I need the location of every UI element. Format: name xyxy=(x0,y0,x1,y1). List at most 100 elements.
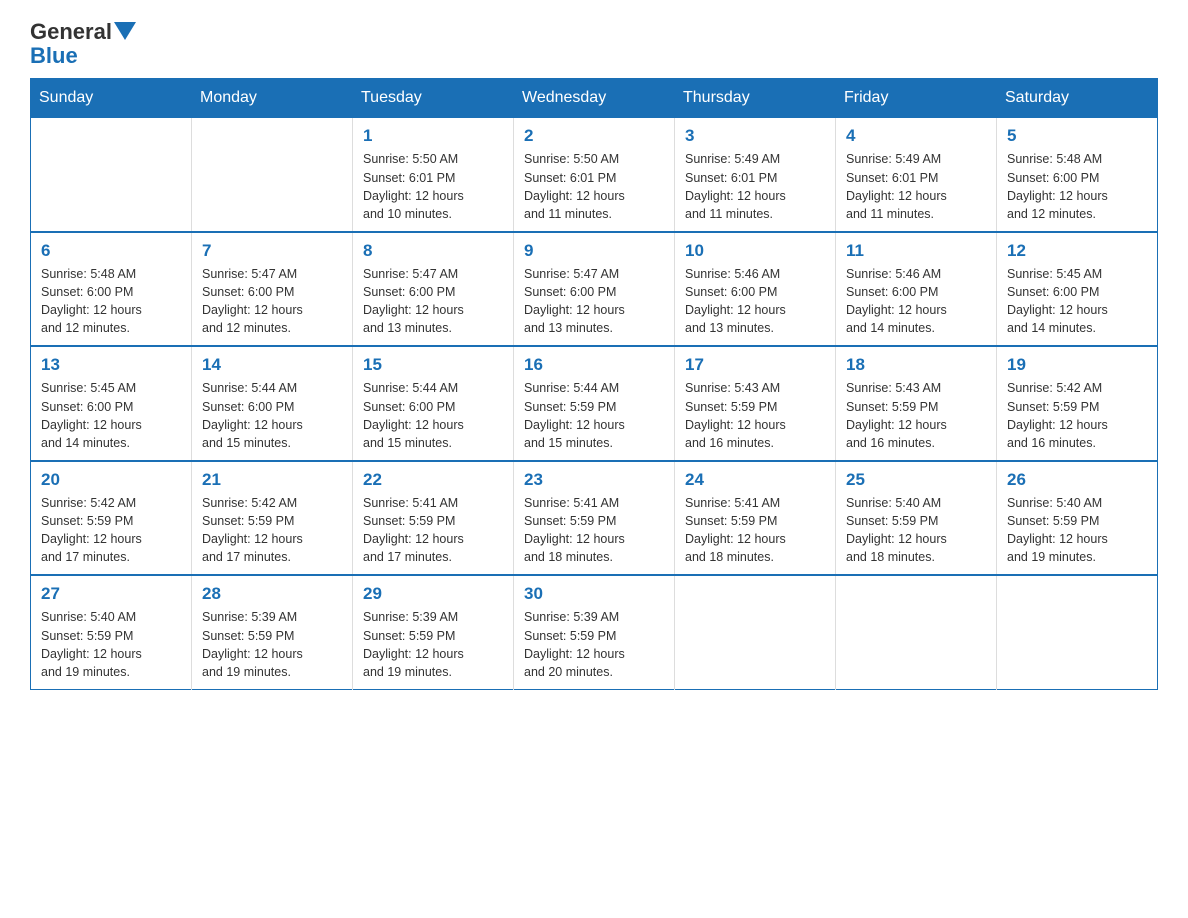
calendar-cell: 18Sunrise: 5:43 AMSunset: 5:59 PMDayligh… xyxy=(836,346,997,461)
day-number: 11 xyxy=(846,241,986,261)
calendar-cell: 25 Sunrise: 5:40 AMSunset: 5:59 PMDayligh… xyxy=(836,461,997,576)
day-number: 19 xyxy=(1007,355,1147,375)
calendar-table: SundayMondayTuesdayWednesdayThursdayFrid… xyxy=(30,78,1158,690)
day-number: 30 xyxy=(524,584,664,604)
day-info: Sunrise: 5:46 AMSunset: 6:00 PMDaylight:… xyxy=(685,265,825,338)
calendar-cell: 2Sunrise: 5:50 AMSunset: 6:01 PMDaylight… xyxy=(514,118,675,232)
day-info: Sunrise: 5:42 AMSunset: 5:59 PMDaylight:… xyxy=(202,494,342,567)
calendar-cell: 11 Sunrise: 5:46 AMSunset: 6:00 PMDayligh… xyxy=(836,232,997,347)
week-row-2: 6 Sunrise: 5:48 AMSunset: 6:00 PMDaylight… xyxy=(31,232,1158,347)
calendar-cell: 28 Sunrise: 5:39 AMSunset: 5:59 PMDayligh… xyxy=(192,575,353,689)
day-number: 6 xyxy=(41,241,181,261)
day-info: Sunrise: 5:39 AMSunset: 5:59 PMDaylight:… xyxy=(524,608,664,681)
day-info: Sunrise: 5:48 AMSunset: 6:00 PMDaylight:… xyxy=(1007,150,1147,223)
week-row-1: 1 Sunrise: 5:50 AMSunset: 6:01 PMDaylight… xyxy=(31,118,1158,232)
calendar-cell xyxy=(31,118,192,232)
day-number: 27 xyxy=(41,584,181,604)
day-info: Sunrise: 5:40 AMSunset: 5:59 PMDaylight:… xyxy=(1007,494,1147,567)
day-info: Sunrise: 5:45 AMSunset: 6:00 PMDaylight:… xyxy=(41,379,181,452)
day-info: Sunrise: 5:42 AMSunset: 5:59 PMDaylight:… xyxy=(41,494,181,567)
calendar-cell: 20 Sunrise: 5:42 AMSunset: 5:59 PMDayligh… xyxy=(31,461,192,576)
day-number: 5 xyxy=(1007,126,1147,146)
calendar-cell: 27 Sunrise: 5:40 AMSunset: 5:59 PMDayligh… xyxy=(31,575,192,689)
day-info: Sunrise: 5:41 AMSunset: 5:59 PMDaylight:… xyxy=(524,494,664,567)
day-info: Sunrise: 5:40 AMSunset: 5:59 PMDaylight:… xyxy=(41,608,181,681)
day-number: 3 xyxy=(685,126,825,146)
calendar-cell: 5 Sunrise: 5:48 AMSunset: 6:00 PMDaylight… xyxy=(997,118,1158,232)
day-info: Sunrise: 5:50 AMSunset: 6:01 PMDaylight:… xyxy=(524,150,664,223)
calendar-cell: 10Sunrise: 5:46 AMSunset: 6:00 PMDayligh… xyxy=(675,232,836,347)
calendar-body: 1 Sunrise: 5:50 AMSunset: 6:01 PMDaylight… xyxy=(31,118,1158,690)
logo: General Blue xyxy=(30,20,136,68)
day-info: Sunrise: 5:44 AMSunset: 6:00 PMDaylight:… xyxy=(363,379,503,452)
day-info: Sunrise: 5:41 AMSunset: 5:59 PMDaylight:… xyxy=(363,494,503,567)
calendar-cell: 26 Sunrise: 5:40 AMSunset: 5:59 PMDayligh… xyxy=(997,461,1158,576)
calendar-cell: 24Sunrise: 5:41 AMSunset: 5:59 PMDayligh… xyxy=(675,461,836,576)
day-number: 8 xyxy=(363,241,503,261)
day-info: Sunrise: 5:47 AMSunset: 6:00 PMDaylight:… xyxy=(524,265,664,338)
week-row-3: 13 Sunrise: 5:45 AMSunset: 6:00 PMDayligh… xyxy=(31,346,1158,461)
calendar-cell: 16 Sunrise: 5:44 AMSunset: 5:59 PMDayligh… xyxy=(514,346,675,461)
day-number: 13 xyxy=(41,355,181,375)
day-info: Sunrise: 5:41 AMSunset: 5:59 PMDaylight:… xyxy=(685,494,825,567)
day-info: Sunrise: 5:47 AMSunset: 6:00 PMDaylight:… xyxy=(202,265,342,338)
calendar-cell: 14 Sunrise: 5:44 AMSunset: 6:00 PMDayligh… xyxy=(192,346,353,461)
day-number: 17 xyxy=(685,355,825,375)
day-of-week-saturday: Saturday xyxy=(997,79,1158,118)
day-number: 28 xyxy=(202,584,342,604)
calendar-header: SundayMondayTuesdayWednesdayThursdayFrid… xyxy=(31,79,1158,118)
calendar-cell: 12 Sunrise: 5:45 AMSunset: 6:00 PMDayligh… xyxy=(997,232,1158,347)
calendar-cell: 9 Sunrise: 5:47 AMSunset: 6:00 PMDaylight… xyxy=(514,232,675,347)
calendar-cell: 7 Sunrise: 5:47 AMSunset: 6:00 PMDaylight… xyxy=(192,232,353,347)
day-info: Sunrise: 5:39 AMSunset: 5:59 PMDaylight:… xyxy=(202,608,342,681)
calendar-cell xyxy=(997,575,1158,689)
day-number: 9 xyxy=(524,241,664,261)
day-number: 20 xyxy=(41,470,181,490)
calendar-cell: 19 Sunrise: 5:42 AMSunset: 5:59 PMDayligh… xyxy=(997,346,1158,461)
day-info: Sunrise: 5:47 AMSunset: 6:00 PMDaylight:… xyxy=(363,265,503,338)
day-of-week-monday: Monday xyxy=(192,79,353,118)
day-info: Sunrise: 5:44 AMSunset: 6:00 PMDaylight:… xyxy=(202,379,342,452)
day-info: Sunrise: 5:48 AMSunset: 6:00 PMDaylight:… xyxy=(41,265,181,338)
day-of-week-sunday: Sunday xyxy=(31,79,192,118)
day-info: Sunrise: 5:46 AMSunset: 6:00 PMDaylight:… xyxy=(846,265,986,338)
week-row-4: 20 Sunrise: 5:42 AMSunset: 5:59 PMDayligh… xyxy=(31,461,1158,576)
day-number: 23 xyxy=(524,470,664,490)
day-info: Sunrise: 5:49 AMSunset: 6:01 PMDaylight:… xyxy=(846,150,986,223)
calendar-cell: 13 Sunrise: 5:45 AMSunset: 6:00 PMDayligh… xyxy=(31,346,192,461)
calendar-cell: 17Sunrise: 5:43 AMSunset: 5:59 PMDayligh… xyxy=(675,346,836,461)
calendar-cell: 1 Sunrise: 5:50 AMSunset: 6:01 PMDaylight… xyxy=(353,118,514,232)
calendar-cell: 29Sunrise: 5:39 AMSunset: 5:59 PMDayligh… xyxy=(353,575,514,689)
days-of-week-row: SundayMondayTuesdayWednesdayThursdayFrid… xyxy=(31,79,1158,118)
week-row-5: 27 Sunrise: 5:40 AMSunset: 5:59 PMDayligh… xyxy=(31,575,1158,689)
day-number: 26 xyxy=(1007,470,1147,490)
day-info: Sunrise: 5:40 AMSunset: 5:59 PMDaylight:… xyxy=(846,494,986,567)
day-number: 14 xyxy=(202,355,342,375)
day-number: 1 xyxy=(363,126,503,146)
day-number: 22 xyxy=(363,470,503,490)
calendar-cell: 6 Sunrise: 5:48 AMSunset: 6:00 PMDaylight… xyxy=(31,232,192,347)
calendar-cell: 22 Sunrise: 5:41 AMSunset: 5:59 PMDayligh… xyxy=(353,461,514,576)
logo-text-general: General xyxy=(30,20,112,44)
calendar-cell: 4Sunrise: 5:49 AMSunset: 6:01 PMDaylight… xyxy=(836,118,997,232)
day-info: Sunrise: 5:42 AMSunset: 5:59 PMDaylight:… xyxy=(1007,379,1147,452)
day-number: 7 xyxy=(202,241,342,261)
calendar-cell xyxy=(675,575,836,689)
calendar-cell: 23 Sunrise: 5:41 AMSunset: 5:59 PMDayligh… xyxy=(514,461,675,576)
day-of-week-wednesday: Wednesday xyxy=(514,79,675,118)
day-number: 16 xyxy=(524,355,664,375)
day-number: 15 xyxy=(363,355,503,375)
day-info: Sunrise: 5:43 AMSunset: 5:59 PMDaylight:… xyxy=(846,379,986,452)
day-of-week-thursday: Thursday xyxy=(675,79,836,118)
day-info: Sunrise: 5:39 AMSunset: 5:59 PMDaylight:… xyxy=(363,608,503,681)
day-number: 21 xyxy=(202,470,342,490)
day-of-week-friday: Friday xyxy=(836,79,997,118)
calendar-cell: 30 Sunrise: 5:39 AMSunset: 5:59 PMDayligh… xyxy=(514,575,675,689)
day-info: Sunrise: 5:50 AMSunset: 6:01 PMDaylight:… xyxy=(363,150,503,223)
calendar-cell: 3Sunrise: 5:49 AMSunset: 6:01 PMDaylight… xyxy=(675,118,836,232)
page-header: General Blue xyxy=(30,20,1158,68)
day-number: 12 xyxy=(1007,241,1147,261)
day-info: Sunrise: 5:45 AMSunset: 6:00 PMDaylight:… xyxy=(1007,265,1147,338)
day-info: Sunrise: 5:44 AMSunset: 5:59 PMDaylight:… xyxy=(524,379,664,452)
day-number: 25 xyxy=(846,470,986,490)
